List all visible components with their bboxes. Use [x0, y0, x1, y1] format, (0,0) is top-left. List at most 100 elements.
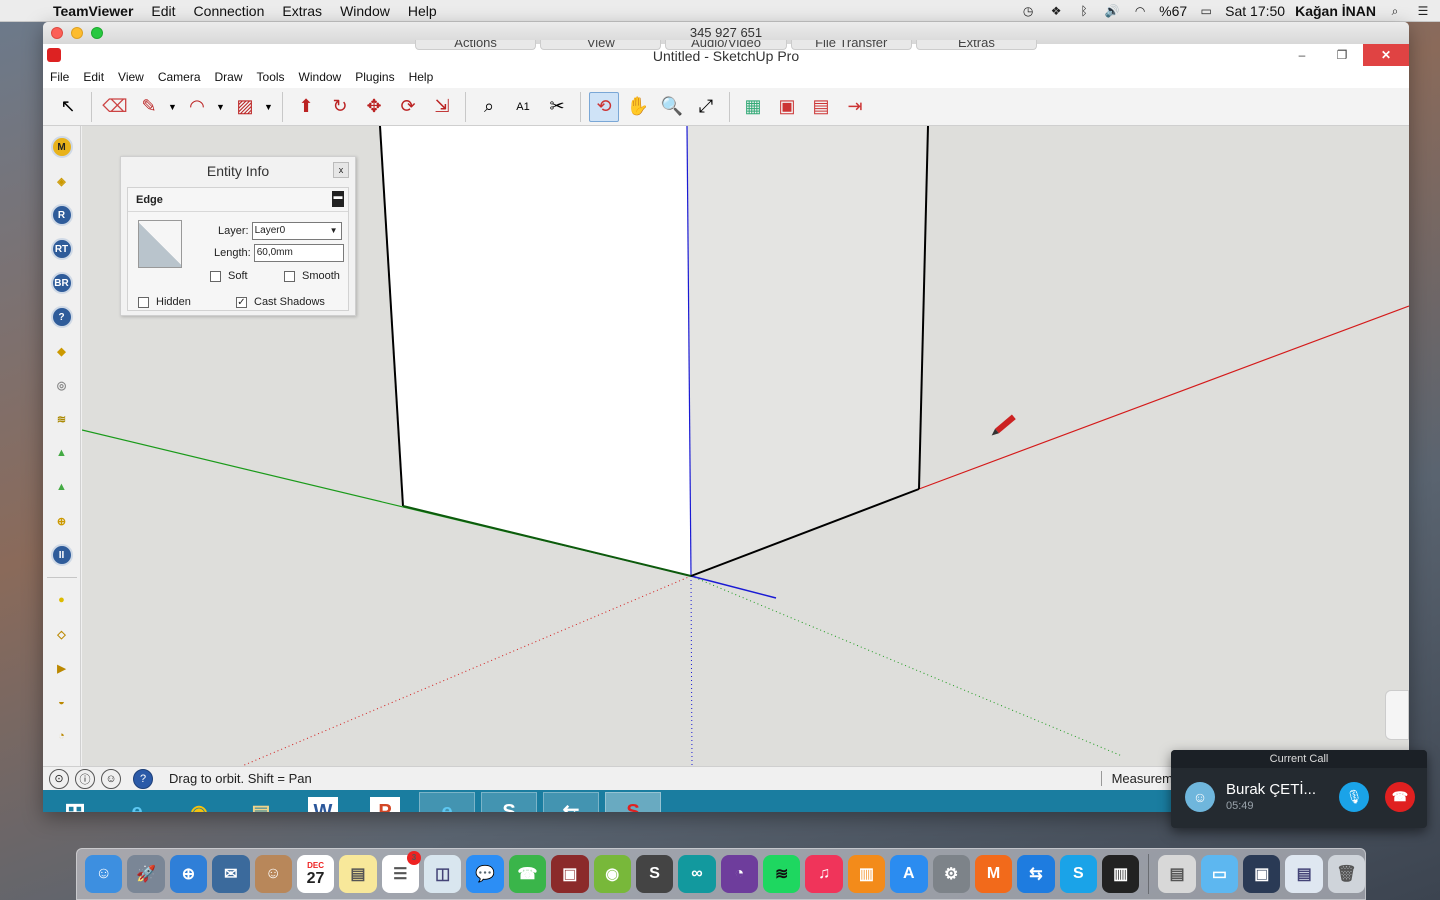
close-icon[interactable]: ✕	[1363, 44, 1409, 66]
br-plugin-icon[interactable]: BR	[48, 268, 76, 298]
blue-edge[interactable]	[690, 575, 777, 599]
document-stack-icon[interactable]: ▤	[1285, 855, 1323, 893]
material-swatch[interactable]	[138, 220, 182, 268]
su-menu-view[interactable]: View	[111, 70, 151, 84]
github-icon[interactable]: ◔	[720, 855, 758, 893]
mail-icon[interactable]: ✉	[212, 855, 250, 893]
layers-plugin-icon[interactable]: ≋	[48, 404, 76, 434]
arduino-icon[interactable]: ∞	[678, 855, 716, 893]
menu-window[interactable]: Window	[331, 3, 399, 19]
drawing-viewport[interactable]: Entity Info x Edge ▬ Layer: Layer0 ▼ Len…	[82, 126, 1409, 766]
length-input[interactable]: 60,0mm	[253, 244, 344, 262]
sublime-text-icon[interactable]: S	[635, 855, 674, 893]
mamp-icon[interactable]: M	[974, 855, 1013, 893]
preview-icon[interactable]: ◫	[424, 855, 462, 893]
messages-icon[interactable]: 💬	[466, 855, 504, 893]
help-plugin-icon[interactable]: ?	[48, 302, 76, 332]
volume-icon[interactable]: 🔊	[1103, 4, 1121, 18]
spotify-icon[interactable]: ≋	[763, 855, 801, 893]
extension-warehouse-icon[interactable]: ⇥	[840, 92, 870, 122]
chrome-icon[interactable]: ◉	[171, 792, 227, 813]
microphone-icon[interactable]: 🎙	[1339, 782, 1369, 812]
su-menu-file[interactable]: File	[43, 70, 76, 84]
tv-tab-actions[interactable]: Actions	[415, 40, 537, 50]
notification-center-icon[interactable]: ☰	[1414, 4, 1432, 18]
arc-dropdown-icon[interactable]: ▼	[216, 102, 226, 112]
menu-connection[interactable]: Connection	[185, 3, 274, 19]
hidden-checkbox[interactable]	[138, 296, 149, 308]
menu-help[interactable]: Help	[399, 3, 446, 19]
terrain-plugin-icon[interactable]: ▲	[48, 438, 76, 468]
text-tool-icon[interactable]: A1	[508, 92, 538, 122]
move-tool-icon[interactable]: ✥	[359, 92, 389, 122]
share-component-icon[interactable]: ▤	[806, 92, 836, 122]
downloads-stack-icon[interactable]: ▤	[1158, 855, 1196, 893]
tag-plugin-icon[interactable]: ◈	[48, 166, 76, 196]
itunes-icon[interactable]: ♫	[805, 855, 843, 893]
follow-me-tool-icon[interactable]: ↻	[325, 92, 355, 122]
select-tool-icon[interactable]: ↖	[53, 92, 83, 122]
hangup-icon[interactable]: ☎	[1385, 782, 1415, 812]
battery-percent[interactable]: %67	[1159, 3, 1187, 19]
user-account-icon[interactable]: ☺	[101, 768, 121, 789]
piano-icon[interactable]: ▥	[1102, 855, 1140, 893]
su-menu-draw[interactable]: Draw	[208, 70, 250, 84]
pan-tool-icon[interactable]: ✋	[623, 92, 653, 122]
pause-plugin-icon[interactable]: II	[48, 540, 76, 570]
geo-location-icon[interactable]: ⊙	[49, 768, 69, 789]
side-face[interactable]	[687, 126, 928, 576]
su-menu-plugins[interactable]: Plugins	[348, 70, 401, 84]
restore-icon[interactable]: ❐	[1327, 44, 1357, 66]
ball-plugin-icon[interactable]: ●	[48, 585, 76, 615]
layer-select[interactable]: Layer0 ▼	[251, 222, 342, 240]
su-menu-camera[interactable]: Camera	[151, 70, 208, 84]
word-icon[interactable]: W	[308, 797, 338, 812]
credits-icon[interactable]: ⓘ	[75, 768, 95, 789]
powerpoint-icon[interactable]: P	[370, 797, 400, 812]
system-preferences-icon[interactable]: ⚙	[932, 855, 970, 893]
internet-explorer-icon[interactable]: e	[109, 792, 165, 813]
eraser-tool-icon[interactable]: ⌫	[100, 92, 130, 122]
su-menu-edit[interactable]: Edit	[76, 70, 111, 84]
facetime-icon[interactable]: ☎	[508, 855, 547, 893]
skype-taskbar-icon[interactable]: S	[481, 792, 537, 812]
windows-start-icon[interactable]: ⊞	[47, 792, 103, 813]
share-model-icon[interactable]: ▣	[772, 92, 802, 122]
skype-dock-icon[interactable]: S	[1059, 855, 1097, 893]
instructor-help-icon[interactable]: ?	[133, 768, 153, 789]
tv-tab-extras[interactable]: Extras	[915, 40, 1038, 50]
rotate-tool-icon[interactable]: ⟳	[393, 92, 423, 122]
plane-plugin-icon[interactable]: ◇	[48, 619, 76, 649]
orbit-tool-icon[interactable]: ⟲	[589, 91, 619, 122]
minimize-icon[interactable]: –	[1287, 44, 1317, 66]
zoom-extents-tool-icon[interactable]: ⤢	[691, 92, 721, 122]
su-menu-tools[interactable]: Tools	[250, 70, 292, 84]
select-arrow-icon[interactable]: ▼	[327, 223, 341, 239]
teamviewer-taskbar-icon[interactable]: ⇆	[543, 792, 599, 812]
launchpad-icon[interactable]: 🚀	[127, 855, 165, 893]
soft-checkbox[interactable]	[210, 270, 221, 282]
line-tool-icon[interactable]: ✎	[134, 92, 164, 122]
bluetooth-icon[interactable]: ᛒ	[1075, 4, 1093, 18]
cast-shadows-checkbox[interactable]: ✓	[236, 296, 247, 308]
clock[interactable]: Sat 17:50	[1225, 3, 1285, 19]
su-menu-window[interactable]: Window	[292, 70, 349, 84]
internet-explorer-active-icon[interactable]: e	[419, 792, 475, 812]
menu-app-name[interactable]: TeamViewer	[44, 3, 142, 19]
line-dropdown-icon[interactable]: ▼	[168, 102, 178, 112]
terrain-edit-plugin-icon[interactable]: ▲	[48, 472, 76, 502]
smooth-checkbox[interactable]	[284, 270, 295, 282]
finder-icon[interactable]: ☺	[85, 855, 123, 893]
user-name[interactable]: Kağan İNAN	[1295, 3, 1376, 19]
half-circle-plugin-icon[interactable]: ◔	[48, 721, 76, 751]
zoom-tool-icon[interactable]: 🔍	[657, 92, 687, 122]
contacts-icon[interactable]: ☺	[254, 855, 292, 893]
paint-bucket-tool-icon[interactable]: ✂	[542, 92, 572, 122]
tv-tab-file-transfer[interactable]: File Transfer	[790, 40, 912, 50]
menu-edit[interactable]: Edit	[142, 3, 184, 19]
sphere-plugin-icon[interactable]: ◎	[48, 370, 76, 400]
screenshot-stack-icon[interactable]: ▣	[1243, 855, 1281, 893]
folder-icon[interactable]: ▭	[1200, 855, 1239, 893]
label-plugin-icon[interactable]: ◆	[48, 336, 76, 366]
arc-tool-icon[interactable]: ◠	[182, 92, 212, 122]
